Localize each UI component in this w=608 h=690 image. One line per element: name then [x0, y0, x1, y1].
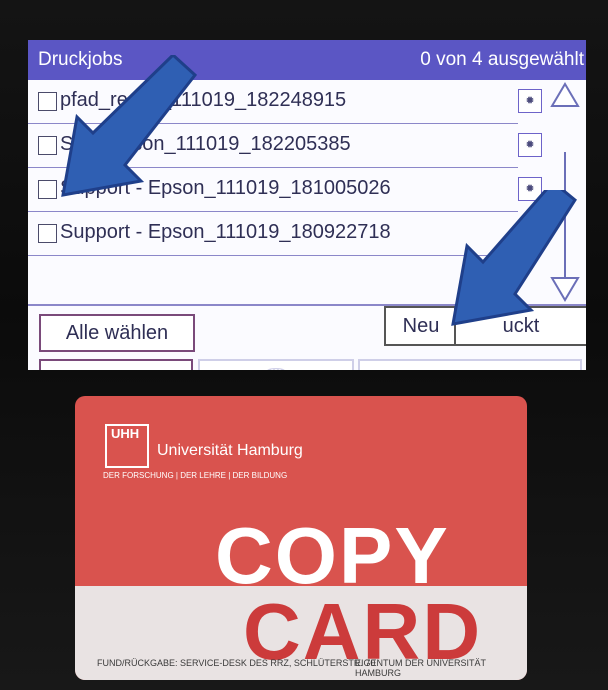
select-all-button[interactable]: Alle wählen	[39, 314, 195, 352]
card-footer-right: EIGENTUM DER UNIVERSITÄT HAMBURG	[355, 658, 486, 678]
back-button[interactable]: 🡐	[39, 359, 193, 370]
university-name: Universität Hamburg	[157, 442, 303, 459]
scroll-up-icon[interactable]	[550, 82, 580, 108]
annotation-arrow-icon	[451, 190, 577, 326]
annotation-arrow-icon	[61, 55, 198, 197]
job-name: Support - Epson_111019_180922718	[60, 221, 391, 243]
copy-card: UHH Universität Hamburg DER FORSCHUNG | …	[75, 396, 527, 680]
university-tagline: DER FORSCHUNG | DER LEHRE | DER BILDUNG	[103, 471, 288, 480]
print-button[interactable]: Drucken	[358, 359, 582, 370]
delete-button[interactable]: 🗑	[198, 359, 354, 370]
job-checkbox[interactable]	[38, 224, 57, 243]
card-footer-left: FUND/RÜCKGABE: SERVICE-DESK DES RRZ, SCH…	[97, 658, 376, 668]
settings-icon[interactable]: ✹	[518, 89, 542, 113]
university-logo: UHH	[105, 424, 149, 468]
selection-status: 0 von 4 ausgewählt	[420, 49, 584, 70]
trash-icon: 🗑	[263, 368, 288, 370]
arrow-left-icon: 🡐	[87, 366, 146, 370]
settings-icon[interactable]: ✹	[518, 133, 542, 157]
